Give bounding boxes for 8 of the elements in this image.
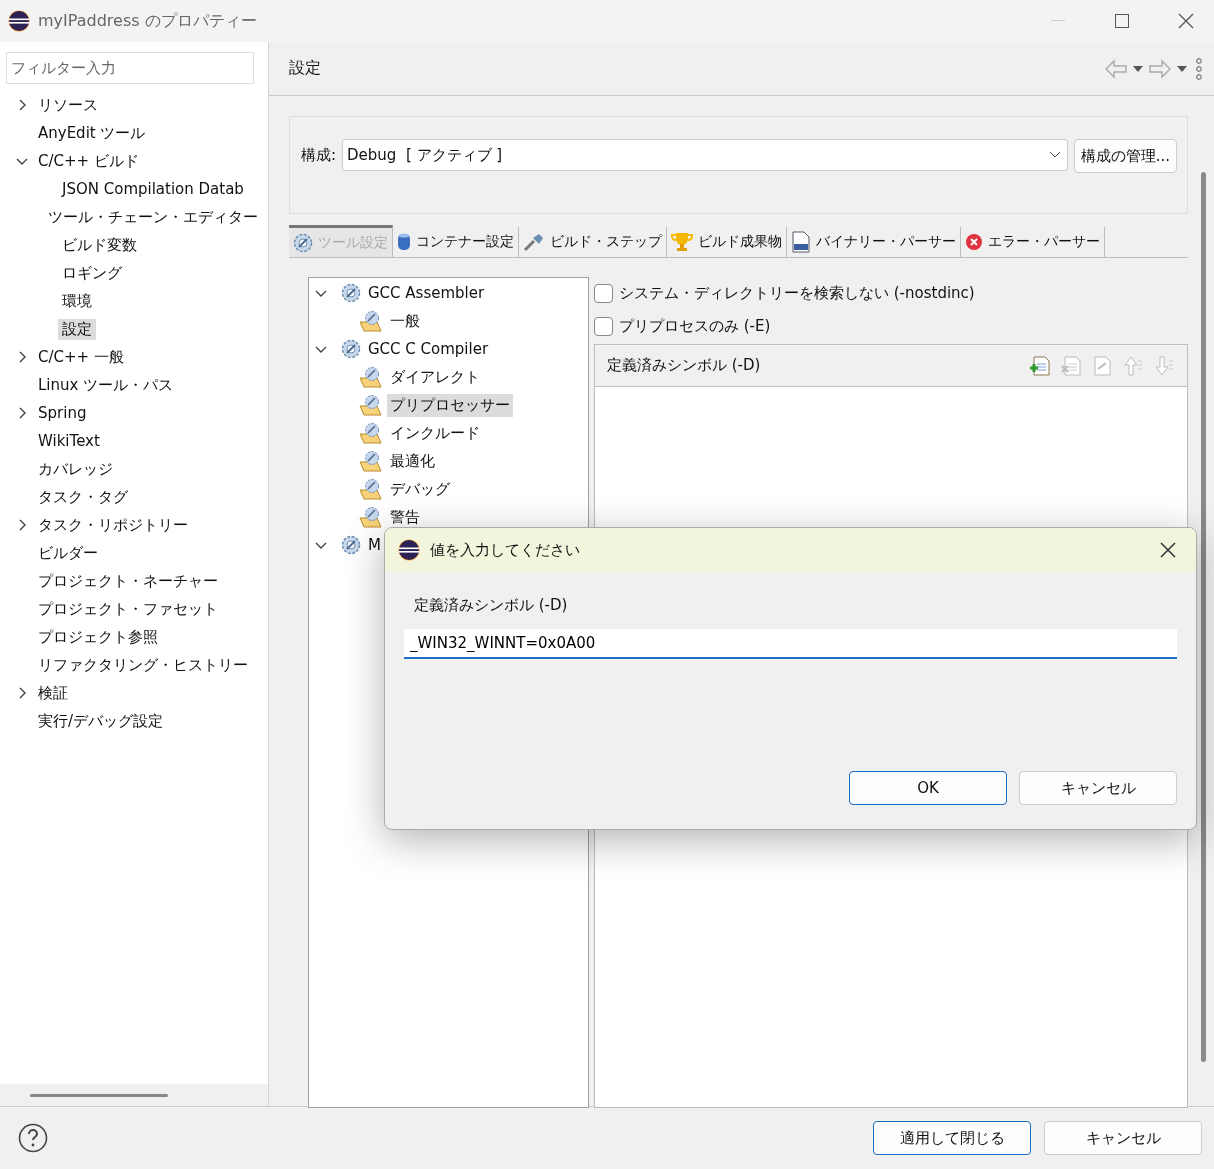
configuration-label: 構成: <box>301 145 337 166</box>
field-label: 定義済みシンボル (-D) <box>414 596 569 615</box>
window-title: myIPaddress のプロパティー <box>38 10 258 32</box>
page-title: 設定 <box>289 58 322 79</box>
dialog-title: 値を入力してください <box>430 540 581 560</box>
panel-title: 定義済みシンボル (-D) <box>607 356 762 375</box>
checkbox-label: システム・ディレクトリーを検索しない (-nostdinc) <box>619 284 975 303</box>
checkbox-label: プリプロセスのみ (-E) <box>619 317 771 336</box>
